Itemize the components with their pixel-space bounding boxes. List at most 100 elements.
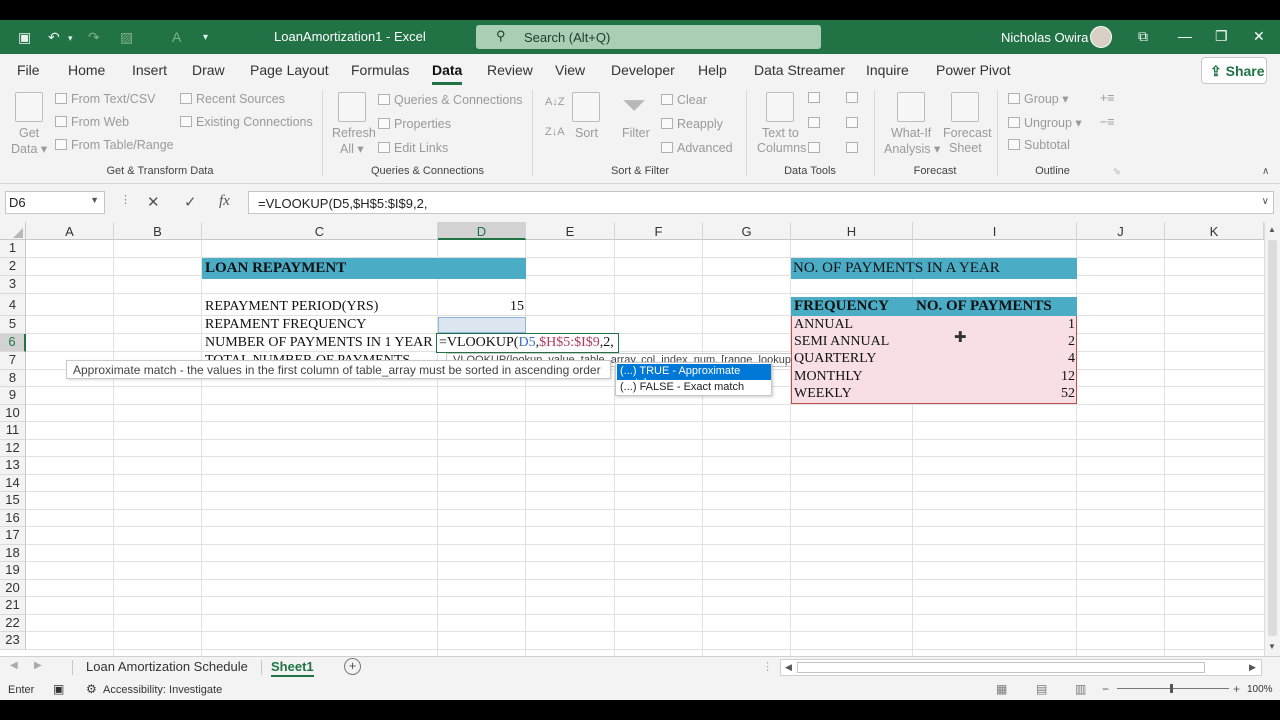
refresh-all-label-1[interactable]: Refresh [332,126,376,140]
tab-page-layout[interactable]: Page Layout [250,62,329,78]
text-to-columns-label-2[interactable]: Columns [757,141,806,155]
customize-toolbar-icon[interactable]: ▾ [203,32,208,43]
tab-home[interactable]: Home [68,62,105,78]
scroll-down-icon[interactable]: ▼ [1268,642,1276,651]
from-web-button[interactable]: From Web [55,115,129,129]
more-options-icon[interactable]: ⋮ [762,660,773,673]
hide-detail-icon[interactable]: −≡ [1100,115,1115,129]
option-true-approximate[interactable]: (...) TRUE - Approximate match [617,364,771,389]
row-header-3[interactable]: 3 [0,276,26,294]
ribbon-display-icon[interactable]: ⧉ [1138,28,1148,45]
row-header-14[interactable]: 14 [0,475,26,492]
next-sheet-icon[interactable]: ▶ [34,660,42,671]
what-if-label-1[interactable]: What-If [891,126,931,140]
horizontal-scrollbar[interactable]: ◀ ▶ [780,659,1262,676]
option-false-exact[interactable]: (...) FALSE - Exact match [617,380,771,396]
dialog-launcher-icon[interactable]: ⬂ [1113,166,1121,177]
properties-button[interactable]: Properties [378,117,451,131]
row-header-12[interactable]: 12 [0,440,26,457]
loan-title[interactable]: LOAN REPAYMENT [205,260,346,277]
row-header-17[interactable]: 17 [0,527,26,545]
reapply-button[interactable]: Reapply [661,117,723,131]
cancel-entry-icon[interactable]: ✕ [147,193,160,211]
get-data-label-1[interactable]: Get [19,126,39,140]
accessibility-status[interactable]: Accessibility: Investigate [103,684,222,696]
tab-view[interactable]: View [555,62,585,78]
from-text-csv-button[interactable]: From Text/CSV [55,92,156,106]
refresh-all-button[interactable]: All ▾ [340,141,364,156]
redo-icon[interactable]: ↷ [88,29,100,46]
scroll-left-icon[interactable]: ◀ [785,662,792,673]
column-header-g[interactable]: G [703,222,791,240]
table-row[interactable]: ANNUAL 1 [791,316,1077,333]
column-header-c[interactable]: C [202,222,438,240]
row-header-6[interactable]: 6 [0,334,26,352]
consolidate-icon[interactable] [846,91,862,105]
restore-icon[interactable]: ❐ [1215,28,1228,45]
table-row[interactable]: WEEKLY 52 [791,386,1077,403]
sort-za-icon[interactable]: Z↓A [545,126,565,138]
column-header-d[interactable]: D [438,222,526,240]
tab-inquire[interactable]: Inquire [866,62,909,78]
from-table-range-button[interactable]: From Table/Range [55,138,174,152]
select-all-corner[interactable] [0,222,26,240]
zoom-level[interactable]: 100% [1247,684,1273,695]
table-row[interactable]: QUARTERLY 4 [791,351,1077,368]
scroll-up-icon[interactable]: ▲ [1268,225,1276,234]
expand-formula-icon[interactable]: ∨ [1262,196,1269,207]
worksheet-grid[interactable]: A B C D E F G H I J K 1 2 3 4 5 6 7 8 9 … [0,222,1264,656]
tab-data-streamer[interactable]: Data Streamer [754,62,845,78]
row-header-19[interactable]: 19 [0,562,26,580]
search-box[interactable]: ⚲ Search (Alt+Q) [476,25,821,49]
zoom-in-icon[interactable]: + [1233,682,1240,696]
sort-az-icon[interactable]: A↓Z [545,96,565,108]
prev-sheet-icon[interactable]: ◀ [10,660,18,671]
row-header-9[interactable]: 9 [0,387,26,405]
frequency-input-cell[interactable] [438,317,526,333]
table-row[interactable]: MONTHLY 12 [791,369,1077,386]
row-header-4[interactable]: 4 [0,294,26,316]
minimize-icon[interactable]: — [1178,28,1192,44]
queries-connections-button[interactable]: Queries & Connections [378,93,523,107]
tab-insert[interactable]: Insert [132,62,167,78]
tab-review[interactable]: Review [487,62,533,78]
user-name[interactable]: Nicholas Owira [1001,30,1088,45]
table-header-frequency[interactable]: FREQUENCY [794,298,889,315]
accessibility-icon[interactable]: ⚙ [86,682,97,696]
name-box[interactable]: D6 ▼ [5,191,105,214]
row-header-5[interactable]: 5 [0,316,26,334]
what-if-button[interactable]: Analysis ▾ [884,141,940,156]
table-header-payments[interactable]: NO. OF PAYMENTS [916,298,1052,315]
tab-developer[interactable]: Developer [611,62,675,78]
enter-entry-icon[interactable]: ✓ [184,193,197,211]
autosave-icon[interactable]: ▣ [18,29,31,46]
column-header-j[interactable]: J [1077,222,1165,240]
sheet-tab-sheet1[interactable]: Sheet1 [271,659,314,677]
page-layout-view-icon[interactable]: ▤ [1036,682,1047,696]
group-button[interactable]: Group ▾ [1008,91,1069,106]
text-to-columns-label-1[interactable]: Text to [762,126,799,140]
add-sheet-icon[interactable]: + [344,658,361,675]
row-header-21[interactable]: 21 [0,597,26,615]
forecast-sheet-label-1[interactable]: Forecast [943,126,992,140]
row-header-18[interactable]: 18 [0,545,26,562]
existing-connections-button[interactable]: Existing Connections [180,115,313,129]
get-data-button[interactable]: Data ▾ [11,141,47,156]
sort-button[interactable]: Sort [575,126,598,140]
advanced-button[interactable]: Advanced [661,141,733,155]
column-header-i[interactable]: I [913,222,1077,240]
macro-record-icon[interactable]: ▣ [53,682,64,696]
row-header-1[interactable]: 1 [0,240,26,258]
undo-icon[interactable]: ↶ [48,29,60,46]
share-button[interactable]: ⇪ Share [1201,57,1267,84]
repayment-frequency-label[interactable]: REPAMENT FREQUENCY [205,317,366,333]
horizontal-scroll-thumb[interactable] [797,662,1205,673]
close-icon[interactable]: ✕ [1253,28,1265,45]
column-header-h[interactable]: H [791,222,913,240]
formula-input[interactable]: =VLOOKUP(D5,$H$5:$I$9,2, ∨ [248,191,1274,214]
row-header-11[interactable]: 11 [0,422,26,440]
row-header-8[interactable]: 8 [0,370,26,387]
subtotal-button[interactable]: Subtotal [1008,138,1070,152]
forecast-sheet-label-2[interactable]: Sheet [949,141,982,155]
repayment-period-label[interactable]: REPAYMENT PERIOD(YRS) [205,299,378,315]
